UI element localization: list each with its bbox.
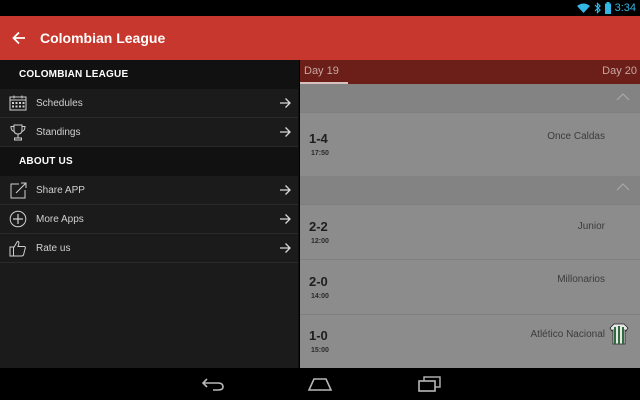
back-icon	[201, 378, 224, 391]
battery-icon	[604, 2, 611, 14]
thumbs-up-icon	[0, 234, 36, 263]
chevron-up-icon	[616, 183, 630, 191]
arrow-left-icon	[12, 31, 25, 45]
nav-back-button[interactable]	[193, 372, 233, 396]
menu-item-rate-us[interactable]: Rate us	[0, 234, 298, 263]
arrow-right-icon	[280, 185, 291, 195]
day-tabs: Day 19 Day 20	[300, 60, 640, 84]
match-score: 1-0	[309, 328, 328, 343]
arrow-right-icon	[280, 127, 291, 137]
menu-item-label: More Apps	[36, 213, 84, 225]
match-row[interactable]: 1-0 15:00 Atlético Nacional	[300, 314, 640, 368]
share-icon	[0, 176, 36, 205]
team-name: Atlético Nacional	[530, 329, 605, 340]
calendar-icon	[0, 89, 36, 118]
menu-item-standings[interactable]: Standings	[0, 118, 298, 147]
match-row[interactable]: 1-4 17:50 Once Caldas	[300, 112, 640, 176]
arrow-right-icon	[280, 98, 291, 108]
team-jersey-icon	[609, 323, 629, 345]
match-time: 17:50	[311, 150, 329, 157]
match-time: 12:00	[311, 238, 329, 245]
bluetooth-icon	[594, 2, 601, 14]
match-score: 1-4	[309, 131, 328, 146]
menu-item-schedules[interactable]: Schedules	[0, 89, 298, 118]
navigation-drawer: COLOMBIAN LEAGUE Schedules Standings ABO…	[0, 60, 299, 368]
recents-icon	[418, 376, 441, 392]
plus-circle-icon	[0, 205, 36, 234]
page-title: Colombian League	[40, 30, 166, 46]
system-nav-bar	[0, 368, 640, 400]
tab-day-20[interactable]: Day 20	[602, 65, 637, 77]
match-score: 2-2	[309, 219, 328, 234]
menu-item-label: Share APP	[36, 184, 85, 196]
schedule-content: Day 19 Day 20 1-4 17:50 Once Caldas 2-2 …	[300, 60, 640, 368]
menu-item-share-app[interactable]: Share APP	[0, 176, 298, 205]
team-name: Junior	[577, 221, 605, 232]
match-group-header[interactable]	[300, 84, 640, 112]
status-bar: 3:34	[0, 0, 640, 16]
back-button[interactable]	[0, 16, 38, 60]
team-name: Millonarios	[557, 274, 605, 285]
menu-item-label: Schedules	[36, 97, 83, 109]
home-icon	[307, 378, 333, 391]
section-header-league: COLOMBIAN LEAGUE	[0, 60, 298, 89]
status-icons: 3:34	[576, 1, 636, 15]
nav-recents-button[interactable]	[409, 372, 449, 396]
section-header-about: ABOUT US	[0, 147, 298, 176]
menu-item-label: Rate us	[36, 242, 71, 254]
match-row[interactable]: 2-2 12:00 Junior	[300, 204, 640, 259]
match-time: 14:00	[311, 293, 329, 300]
wifi-icon	[576, 3, 590, 13]
match-time: 15:00	[311, 347, 329, 354]
team-name: Once Caldas	[547, 131, 605, 142]
menu-item-label: Standings	[36, 126, 81, 138]
menu-item-more-apps[interactable]: More Apps	[0, 205, 298, 234]
app-bar: Colombian League	[0, 16, 640, 60]
match-row[interactable]: 2-0 14:00 Millonarios	[300, 259, 640, 314]
arrow-right-icon	[280, 243, 291, 253]
match-score: 2-0	[309, 274, 328, 289]
chevron-up-icon	[616, 93, 630, 101]
tab-day-19[interactable]: Day 19	[304, 65, 339, 77]
match-group-header[interactable]	[300, 176, 640, 204]
nav-home-button[interactable]	[300, 372, 340, 396]
status-time: 3:34	[614, 2, 636, 14]
arrow-right-icon	[280, 214, 291, 224]
trophy-icon	[0, 118, 36, 147]
